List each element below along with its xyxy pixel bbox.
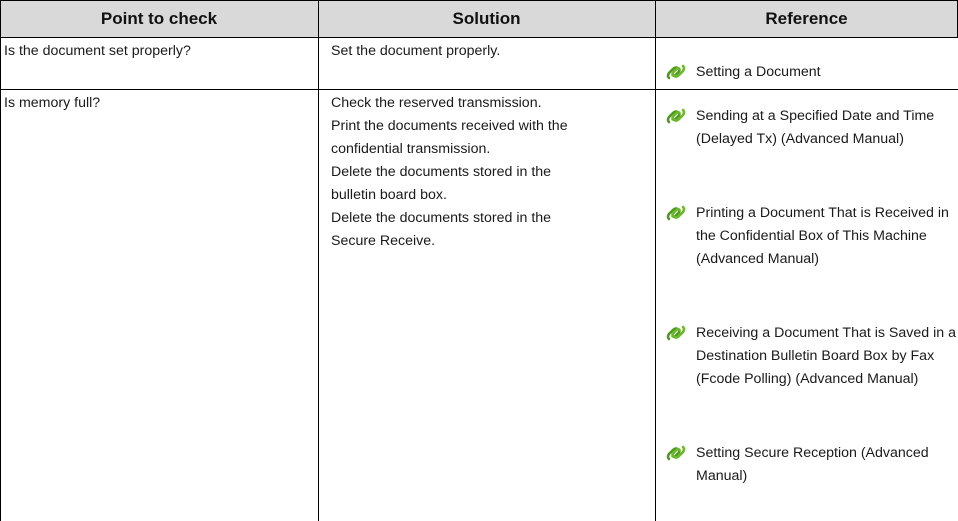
reference-link[interactable]: Printing a Document That is Received in … <box>665 202 957 300</box>
column-divider-1 <box>318 0 319 521</box>
reference-link[interactable]: Setting a Document <box>665 61 957 85</box>
solution-line: Set the document properly. <box>331 43 501 59</box>
reference-link-text: Setting Secure Reception (Advanced Manua… <box>696 445 929 484</box>
solution-line: Check the reserved transmission. <box>331 95 542 111</box>
link-chain-icon <box>666 64 686 80</box>
solution-line: Delete the documents stored in the <box>331 210 552 226</box>
table-header: Point to check Solution Reference <box>0 0 958 38</box>
point-to-check-cell: Is memory full? <box>4 95 101 111</box>
header-solution: Solution <box>452 9 521 28</box>
solution-cell: Set the document properly. <box>331 40 500 63</box>
solution-line: confidential transmission. <box>331 141 491 157</box>
point-to-check-cell: Is the document set properly? <box>4 43 191 59</box>
troubleshooting-table: Point to check Solution Reference Is the… <box>0 0 958 521</box>
link-chain-icon <box>666 205 686 221</box>
link-chain-icon <box>666 325 686 341</box>
column-divider-2 <box>655 0 656 521</box>
solution-line: Secure Receive. <box>331 233 436 249</box>
reference-link[interactable]: Sending at a Specified Date and Time (De… <box>665 105 957 180</box>
row-divider <box>0 89 958 90</box>
solution-line: bulletin board box. <box>331 187 447 203</box>
reference-link-text: Printing a Document That is Received in … <box>696 205 949 267</box>
table-border-left <box>0 0 1 521</box>
solution-cell: Check the reserved transmission. Print t… <box>331 92 568 253</box>
reference-link[interactable]: Receiving a Document That is Saved in a … <box>665 322 957 420</box>
reference-link[interactable]: Setting Secure Reception (Advanced Manua… <box>665 442 957 517</box>
link-chain-icon <box>666 108 686 124</box>
reference-link-text: Sending at a Specified Date and Time (De… <box>696 108 935 147</box>
link-chain-icon <box>666 445 686 461</box>
solution-line: Print the documents received with the <box>331 118 568 134</box>
header-reference: Reference <box>765 9 848 28</box>
reference-link-text: Setting a Document <box>696 64 821 80</box>
reference-link-text: Receiving a Document That is Saved in a … <box>696 325 956 387</box>
header-point-to-check: Point to check <box>100 9 218 28</box>
solution-line: Delete the documents stored in the <box>331 164 552 180</box>
